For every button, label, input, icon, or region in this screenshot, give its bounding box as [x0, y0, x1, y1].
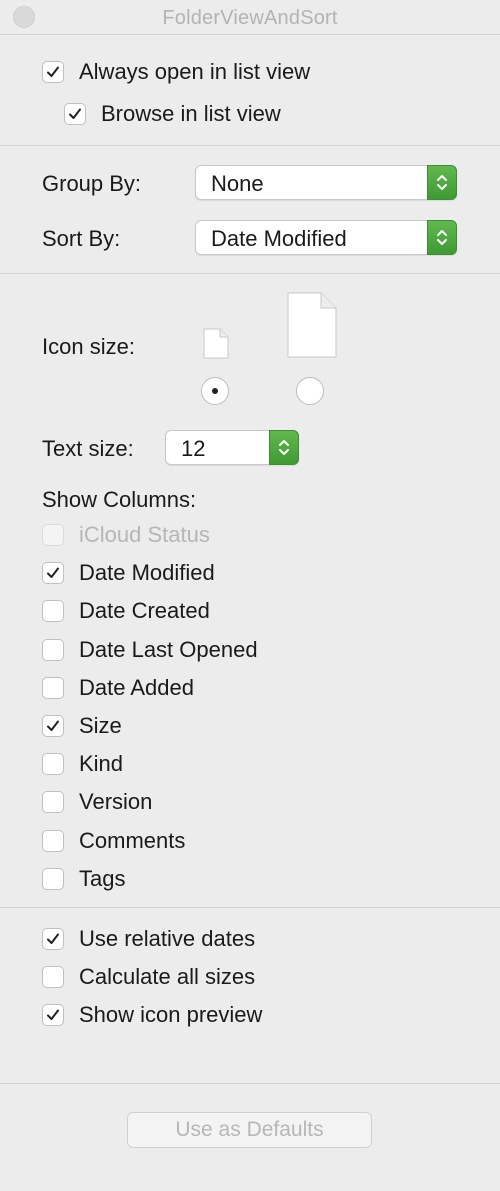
kind-row[interactable]: Kind — [42, 749, 123, 779]
browse-list-label: Browse in list view — [101, 101, 281, 126]
group-by-stepper-icon — [427, 165, 457, 200]
title-bar: FolderViewAndSort — [0, 0, 500, 35]
use-relative-dates-row[interactable]: Use relative dates — [42, 924, 255, 954]
size-checkbox[interactable] — [42, 715, 64, 737]
icloud-status-row: iCloud Status — [42, 520, 210, 550]
divider — [0, 907, 500, 908]
group-by-popup[interactable]: None — [195, 165, 457, 200]
show-columns-heading: Show Columns: — [42, 487, 197, 512]
always-open-list-checkbox[interactable] — [42, 61, 64, 83]
tags-row[interactable]: Tags — [42, 864, 125, 894]
show-icon-preview-label: Show icon preview — [79, 1002, 263, 1028]
version-checkbox[interactable] — [42, 791, 64, 814]
comments-label: Comments — [79, 827, 186, 853]
text-size-value: 12 — [181, 436, 206, 461]
show-icon-preview-checkbox[interactable] — [42, 1004, 64, 1027]
date-created-label: Date Created — [79, 598, 210, 624]
browse-list-row[interactable]: Browse in list view — [64, 99, 281, 129]
always-open-list-row[interactable]: Always open in list view — [42, 57, 310, 87]
tags-checkbox[interactable] — [42, 867, 64, 890]
group-by-label: Group By: — [42, 171, 142, 196]
date-added-label: Date Added — [79, 674, 194, 700]
version-label: Version — [79, 789, 153, 815]
date-added-row[interactable]: Date Added — [42, 673, 194, 703]
size-label: Size — [79, 713, 122, 738]
kind-label: Kind — [79, 751, 124, 777]
comments-checkbox[interactable] — [42, 829, 64, 852]
date-created-row[interactable]: Date Created — [42, 596, 210, 626]
comments-row[interactable]: Comments — [42, 826, 185, 856]
text-size-stepper-icon — [269, 430, 299, 465]
use-relative-dates-label: Use relative dates — [79, 926, 256, 951]
icloud-status-label: iCloud Status — [79, 522, 210, 547]
use-relative-dates-checkbox[interactable] — [42, 928, 64, 950]
icon-size-small-radio[interactable] — [201, 377, 229, 405]
size-row[interactable]: Size — [42, 711, 122, 741]
text-size-label: Text size: — [42, 436, 134, 461]
always-open-list-label: Always open in list view — [79, 59, 311, 84]
text-size-popup[interactable]: 12 — [165, 430, 299, 465]
date-created-checkbox[interactable] — [42, 600, 64, 623]
window-title: FolderViewAndSort — [162, 7, 338, 29]
divider — [0, 273, 500, 274]
use-as-defaults-button[interactable]: Use as Defaults — [127, 1112, 372, 1148]
sort-by-value: Date Modified — [211, 226, 347, 251]
date-modified-checkbox[interactable] — [42, 562, 64, 585]
date-modified-label: Date Modified — [79, 560, 215, 586]
version-row[interactable]: Version — [42, 787, 152, 817]
sort-by-popup[interactable]: Date Modified — [195, 220, 457, 255]
date-added-checkbox[interactable] — [42, 676, 64, 699]
kind-checkbox[interactable] — [42, 753, 64, 776]
group-by-value: None — [211, 171, 264, 196]
calculate-all-sizes-checkbox[interactable] — [42, 966, 64, 989]
icon-size-label: Icon size: — [42, 334, 135, 359]
browse-list-checkbox[interactable] — [64, 103, 86, 125]
date-last-opened-label: Date Last Opened — [79, 636, 258, 662]
large-document-icon — [287, 292, 337, 358]
icon-size-large-radio[interactable] — [296, 377, 324, 405]
tags-label: Tags — [79, 865, 126, 891]
icloud-status-checkbox — [42, 524, 64, 546]
sort-by-label: Sort By: — [42, 226, 121, 251]
divider — [0, 145, 500, 146]
show-icon-preview-row[interactable]: Show icon preview — [42, 1000, 262, 1030]
date-last-opened-checkbox[interactable] — [42, 638, 64, 661]
date-last-opened-row[interactable]: Date Last Opened — [42, 635, 258, 665]
calculate-all-sizes-label: Calculate all sizes — [79, 964, 256, 990]
date-modified-row[interactable]: Date Modified — [42, 558, 215, 588]
divider — [0, 1083, 500, 1084]
small-document-icon — [203, 328, 229, 359]
sort-by-stepper-icon — [427, 220, 457, 255]
calculate-all-sizes-row[interactable]: Calculate all sizes — [42, 962, 255, 992]
